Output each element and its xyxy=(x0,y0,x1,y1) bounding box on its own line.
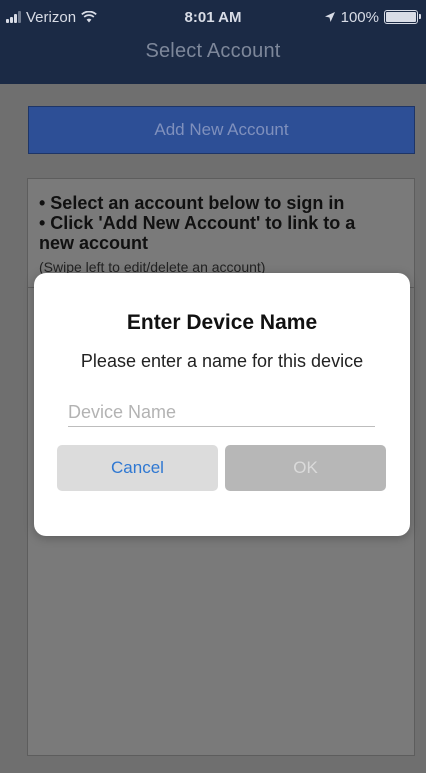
location-icon xyxy=(324,12,335,22)
wifi-icon xyxy=(81,11,97,23)
dialog-message: Please enter a name for this device xyxy=(80,351,364,371)
page-title: Select Account xyxy=(145,40,281,62)
dialog-title: Enter Device Name xyxy=(126,311,318,334)
add-new-account-button[interactable]: Add New Account xyxy=(28,106,415,154)
carrier-label: Verizon xyxy=(26,8,77,26)
device-name-input[interactable] xyxy=(68,399,375,427)
battery-fill xyxy=(386,12,416,22)
status-right: 100% xyxy=(324,8,421,26)
instruction-line-2: • Click 'Add New Account' to link to a xyxy=(39,213,356,233)
battery-percent: 100% xyxy=(340,8,379,26)
top-bar: Verizon 8:01 AM 100% Select Account xyxy=(0,0,426,84)
instructions: • Select an account below to sign in • C… xyxy=(28,193,365,253)
status-left: Verizon xyxy=(6,9,97,26)
device-name-dialog: Enter Device Name Please enter a name fo… xyxy=(34,273,410,536)
instruction-line-1: • Select an account below to sign in xyxy=(39,193,345,213)
battery-icon xyxy=(384,10,421,24)
instruction-line-3: new account xyxy=(39,233,149,253)
cancel-button[interactable]: Cancel xyxy=(57,445,218,491)
signal-icon xyxy=(6,11,21,23)
ok-button[interactable]: OK xyxy=(225,445,386,491)
status-bar: Verizon 8:01 AM 100% xyxy=(0,0,426,34)
